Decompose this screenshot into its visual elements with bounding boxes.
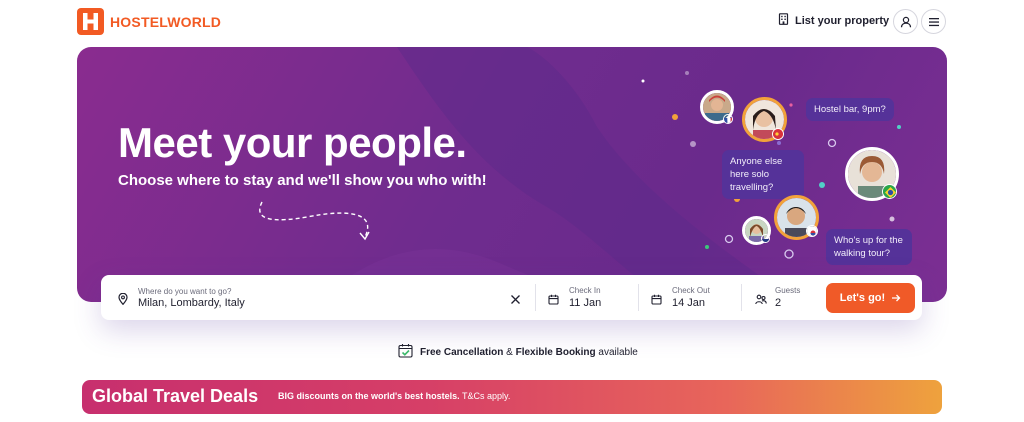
guests-icon (755, 292, 767, 310)
destination-label: Where do you want to go? (138, 287, 232, 296)
deals-description: BIG discounts on the world's best hostel… (278, 391, 510, 401)
header: HOSTELWORLD List your property (0, 0, 1024, 46)
flexible-booking-text: Flexible Booking (515, 346, 596, 358)
hero-title: Meet your people. (118, 119, 467, 166)
global-travel-deals-banner[interactable]: Global Travel Deals BIG discounts on the… (82, 380, 942, 414)
check-out-field[interactable]: Check Out 14 Jan (639, 275, 739, 320)
chat-bubble-solo-travelling: Anyone else here solo travelling? (722, 150, 804, 199)
chat-bubble-hostel-bar: Hostel bar, 9pm? (806, 98, 894, 121)
destination-value: Milan, Lombardy, Italy (138, 297, 245, 309)
search-bar: Where do you want to go? Milan, Lombardy… (101, 275, 922, 320)
hostelworld-logo[interactable]: HOSTELWORLD (77, 8, 221, 35)
korea-flag-icon (806, 225, 818, 237)
hero-banner: Meet your people. Choose where to stay a… (77, 47, 947, 302)
building-icon (778, 13, 789, 28)
check-in-field[interactable]: Check In 11 Jan (536, 275, 636, 320)
menu-button[interactable] (921, 9, 946, 34)
deals-highlight: BIG discounts on the world's best hostel… (278, 391, 460, 401)
guests-value: 2 (775, 297, 782, 309)
australia-flag-icon (761, 234, 770, 243)
calendar-check-icon (398, 343, 414, 361)
free-cancellation-notice: Free Cancellation & Flexible Booking ava… (398, 343, 638, 361)
account-button[interactable] (893, 9, 918, 34)
check-in-value: 11 Jan (569, 297, 602, 309)
logo-icon (77, 8, 104, 35)
calendar-icon (651, 292, 662, 310)
submit-label: Let's go! (839, 292, 886, 304)
china-flag-icon (772, 128, 784, 140)
destination-input[interactable]: Where do you want to go? Milan, Lombardy… (135, 275, 505, 320)
check-in-label: Check In (569, 286, 601, 295)
check-out-value: 14 Jan (672, 297, 706, 309)
france-flag-icon (723, 114, 733, 124)
search-submit-button[interactable]: Let's go! (826, 283, 915, 313)
user-icon (900, 16, 911, 27)
free-cancellation-text: Free Cancellation (420, 346, 504, 358)
ampersand-text: & (503, 346, 516, 358)
list-property-link[interactable]: List your property (778, 13, 889, 28)
chat-bubble-walking-tour: Who's up for the walking tour? (826, 229, 912, 265)
guests-field[interactable]: Guests 2 (742, 275, 822, 320)
list-property-label: List your property (795, 14, 890, 27)
check-out-label: Check Out (672, 286, 710, 295)
deals-tc: T&Cs apply. (459, 391, 511, 401)
clear-icon[interactable] (510, 292, 521, 310)
calendar-icon (548, 292, 559, 310)
available-text: available (595, 346, 638, 358)
location-pin-icon (118, 292, 128, 310)
guests-label: Guests (775, 286, 801, 295)
hamburger-menu-icon (928, 17, 939, 26)
logo-text: HOSTELWORLD (110, 13, 222, 30)
arrow-right-icon (892, 294, 901, 302)
deals-title: Global Travel Deals (92, 386, 259, 406)
hero-subtitle: Choose where to stay and we'll show you … (118, 172, 487, 189)
brazil-flag-icon (882, 184, 897, 199)
